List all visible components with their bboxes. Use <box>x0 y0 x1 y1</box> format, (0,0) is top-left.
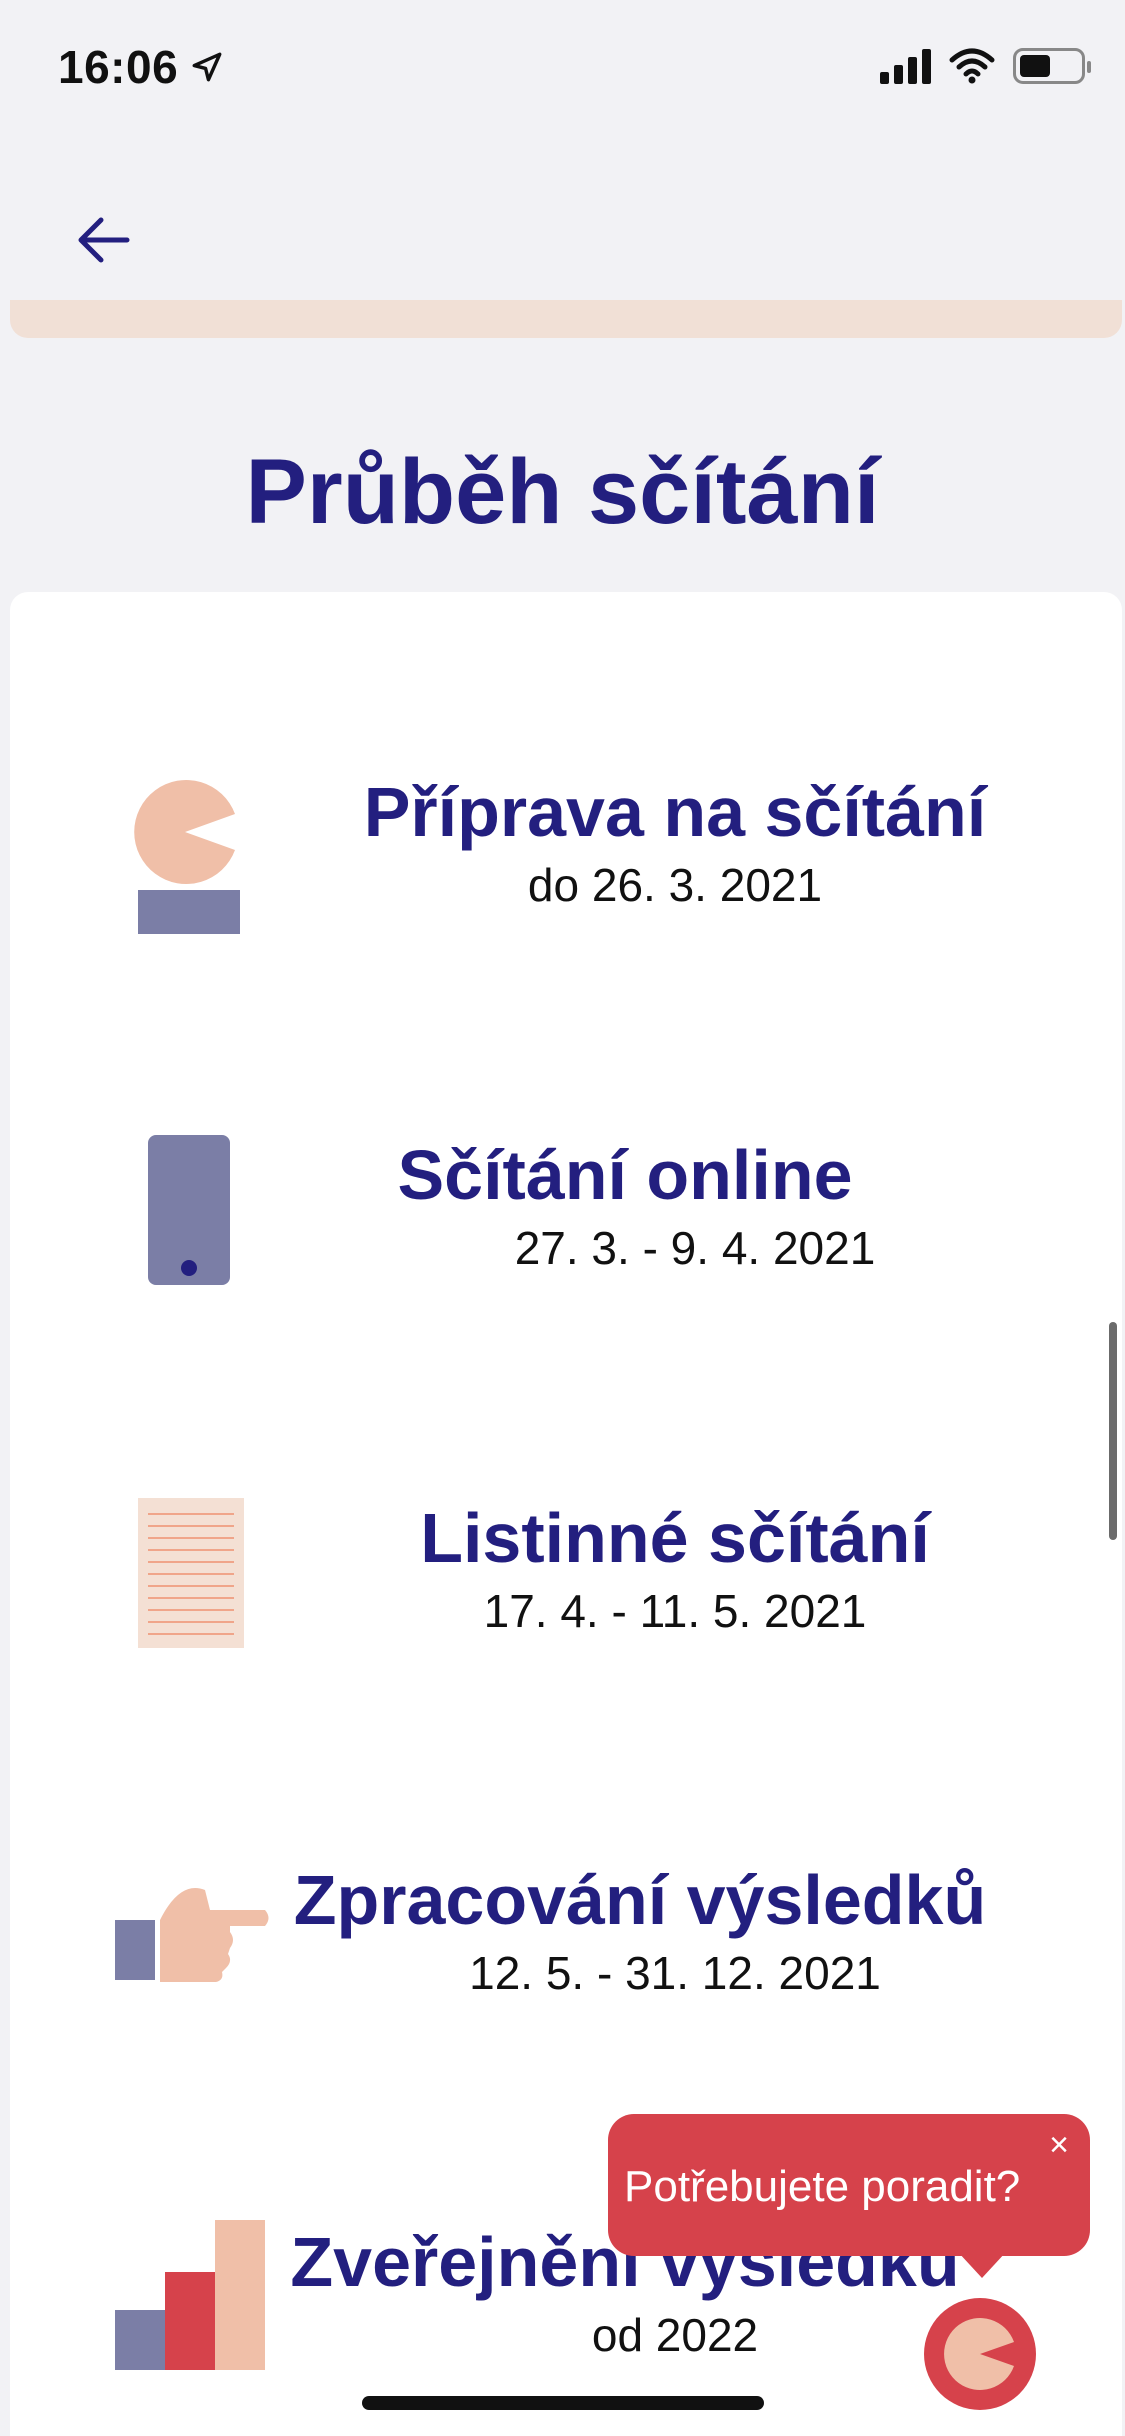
location-arrow-icon <box>192 52 222 82</box>
status-bar: 16:06 <box>0 0 1125 135</box>
home-indicator[interactable] <box>362 2396 764 2410</box>
header-banner-strip <box>10 300 1122 338</box>
step-title: Sčítání online <box>397 1136 853 1214</box>
help-bubble-text: Potřebujete poradit? <box>624 2162 1021 2211</box>
step-title: Zpracování výsledků <box>293 1861 987 1939</box>
status-indicators <box>880 48 1091 84</box>
timeline-step-online: Sčítání online 27. 3. - 9. 4. 2021 <box>10 1135 1122 1335</box>
nav-bar <box>0 135 1125 300</box>
step-title: Listinné sčítání <box>420 1499 930 1577</box>
back-button[interactable] <box>68 205 138 275</box>
timeline-step-processing: Zpracování výsledků 12. 5. - 31. 12. 202… <box>10 1860 1122 2060</box>
wifi-icon <box>949 48 995 84</box>
arrow-left-icon <box>78 217 130 263</box>
scrollbar[interactable] <box>1109 1322 1117 1540</box>
timeline-step-preparation: Příprava na sčítání do 26. 3. 2021 <box>10 772 1122 972</box>
step-date: 27. 3. - 9. 4. 2021 <box>514 1222 876 1274</box>
help-chat-bubble[interactable]: Potřebujete poradit? × <box>608 2114 1090 2278</box>
step-date: do 26. 3. 2021 <box>527 859 823 911</box>
cellular-signal-icon <box>880 48 931 84</box>
help-chat-button[interactable] <box>924 2298 1036 2410</box>
battery-icon <box>1013 48 1091 84</box>
status-time: 16:06 <box>58 41 179 93</box>
step-date: 17. 4. - 11. 5. 2021 <box>483 1585 867 1637</box>
step-title: Příprava na sčítání <box>363 773 987 851</box>
page-title: Průběh sčítání <box>245 441 880 543</box>
step-date: 12. 5. - 31. 12. 2021 <box>469 1947 881 1999</box>
close-icon[interactable]: × <box>1042 2128 1076 2162</box>
pacman-logo-icon <box>944 2318 1014 2390</box>
timeline-step-paper: Listinné sčítání 17. 4. - 11. 5. 2021 <box>10 1498 1122 1698</box>
